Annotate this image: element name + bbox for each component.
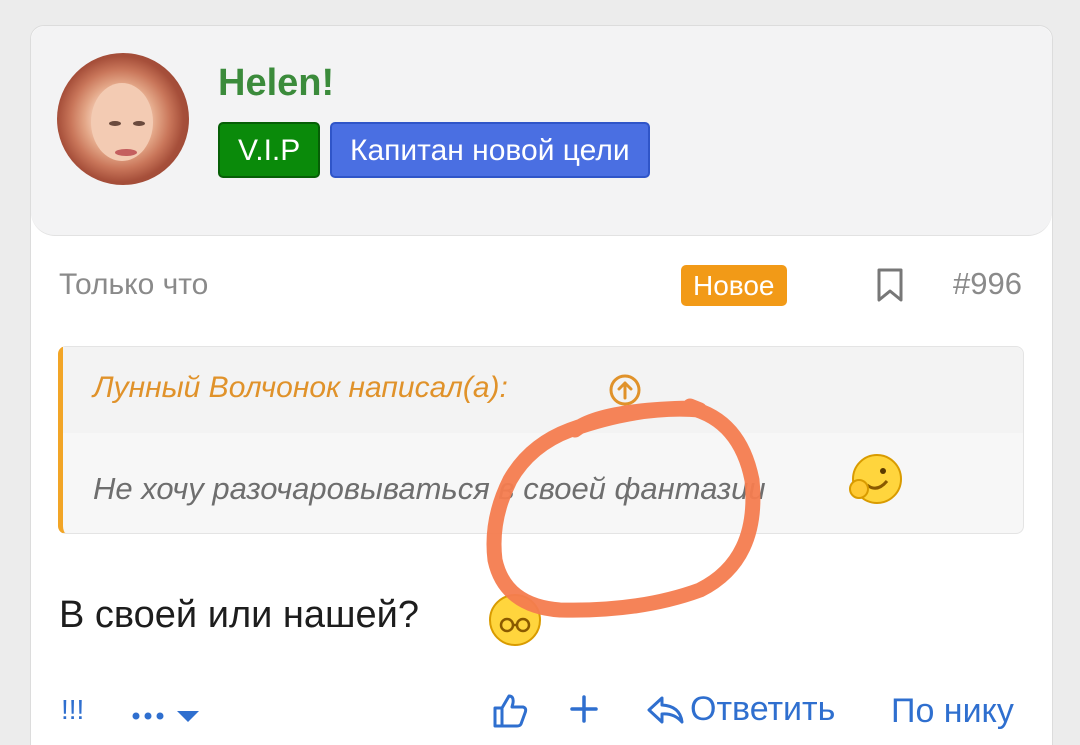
avatar-eye	[109, 121, 121, 126]
quote-text: Не хочу разочаровываться в своей фантази…	[93, 471, 766, 506]
arrow-up-circle-icon[interactable]	[608, 373, 642, 412]
post-card: Helen! V.I.P Капитан новой цели Только ч…	[30, 25, 1053, 745]
avatar-eye	[133, 121, 145, 126]
vip-badge: V.I.P	[218, 122, 321, 178]
post-message: В своей или нашей?	[59, 594, 419, 636]
add-reaction-button[interactable]	[569, 694, 599, 733]
reply-icon	[647, 696, 684, 723]
reply-label: Ответить	[690, 690, 836, 728]
post-number[interactable]: #996	[953, 266, 1022, 302]
post-time[interactable]: Только что	[59, 268, 208, 302]
username[interactable]: Helen!	[218, 62, 334, 105]
by-nick-button[interactable]: По нику	[891, 692, 1014, 731]
report-link[interactable]: !!!	[61, 694, 84, 726]
by-nick-label: По нику	[891, 692, 1014, 730]
quote-block: Лунный Волчонок написал(а): Не хочу разо…	[58, 346, 1024, 534]
avatar-lips	[115, 149, 137, 156]
smiley-icon	[486, 591, 544, 654]
plus-icon	[570, 695, 598, 723]
more-icon	[132, 711, 199, 722]
bookmark-icon[interactable]	[876, 267, 904, 308]
quote-author[interactable]: Лунный Волчонок написал(а):	[93, 371, 508, 405]
thumbs-up-icon	[493, 694, 528, 728]
new-badge: Новое	[681, 265, 787, 306]
smiley-icon	[845, 451, 905, 516]
more-menu[interactable]	[131, 698, 203, 737]
title-badge: Капитан новой цели	[330, 122, 650, 178]
avatar[interactable]	[57, 53, 189, 185]
reply-button[interactable]: Ответить	[646, 690, 835, 729]
user-header: Helen! V.I.P Капитан новой цели	[31, 26, 1052, 236]
like-button[interactable]	[491, 692, 529, 739]
